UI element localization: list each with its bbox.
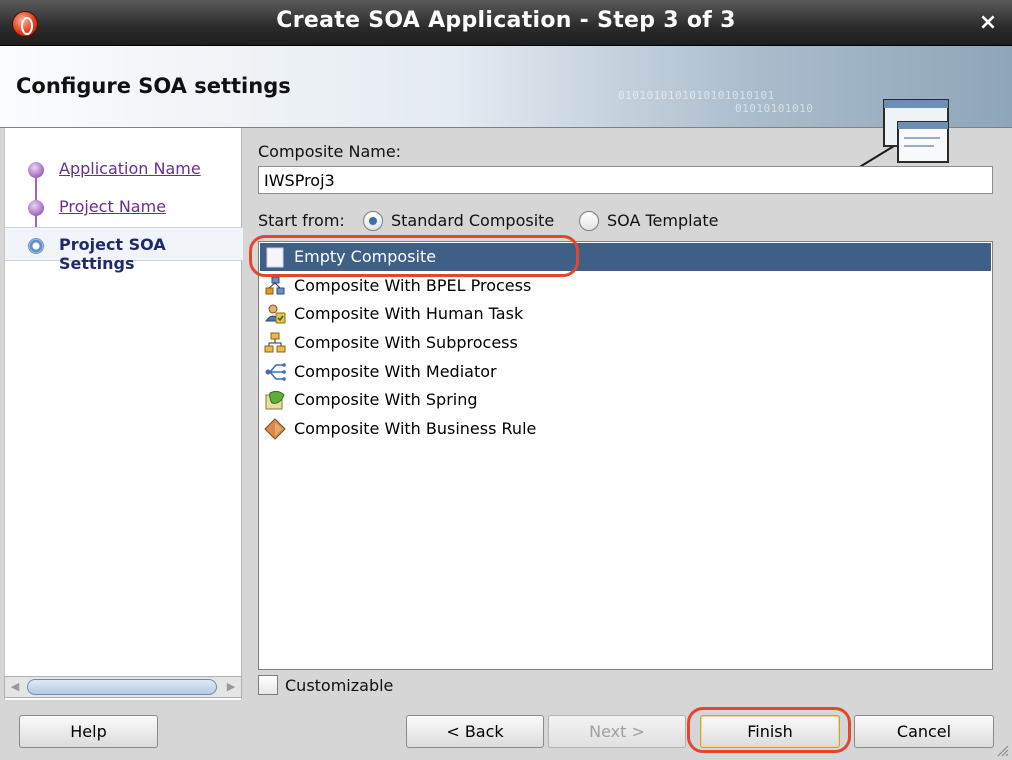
nav-step-application-name[interactable]: Application Name — [5, 152, 243, 186]
header-decoration: 0101010101010101010101 — [618, 89, 775, 102]
nav-step-label[interactable]: Application Name — [59, 159, 201, 178]
start-from-label: Start from: — [258, 211, 345, 230]
finish-button[interactable]: Finish — [700, 715, 840, 748]
close-button[interactable]: × — [976, 10, 1000, 36]
list-item-label: Composite With Business Rule — [294, 419, 537, 438]
list-item-label: Composite With Spring — [294, 390, 478, 409]
header-decoration: 01010101010 — [735, 102, 814, 115]
business-rule-icon — [264, 418, 286, 440]
back-button[interactable]: < Back — [406, 715, 544, 748]
list-item[interactable]: Composite With Mediator — [260, 358, 991, 386]
nav-step-label: Project SOA Settings — [59, 235, 166, 273]
step-visited-icon — [28, 162, 44, 178]
cancel-button[interactable]: Cancel — [854, 715, 994, 748]
nav-horizontal-scrollbar[interactable]: ◀ ▶ — [4, 676, 242, 698]
help-button[interactable]: Help — [19, 715, 158, 748]
template-list[interactable]: Empty Composite Composite With BPEL Proc… — [258, 241, 993, 670]
list-item-label: Composite With Subprocess — [294, 333, 518, 352]
list-item-label: Composite With BPEL Process — [294, 276, 532, 295]
list-item[interactable]: Composite With Business Rule — [260, 415, 991, 443]
step-current-icon — [28, 238, 44, 254]
standard-composite-label[interactable]: Standard Composite — [391, 211, 554, 230]
next-button[interactable]: Next > — [548, 715, 686, 748]
bpel-process-icon — [265, 276, 285, 295]
title-bar: Create SOA Application - Step 3 of 3 × — [0, 0, 1012, 46]
scroll-right-icon[interactable]: ▶ — [224, 680, 238, 694]
nav-step-label[interactable]: Project Name — [59, 197, 166, 216]
list-item[interactable]: Empty Composite — [260, 243, 991, 271]
step-visited-icon — [28, 200, 44, 216]
customizable-checkbox[interactable] — [258, 675, 278, 695]
standard-composite-radio[interactable] — [363, 211, 383, 231]
empty-composite-icon — [266, 247, 284, 268]
subprocess-icon — [264, 332, 286, 353]
nav-step-project-name[interactable]: Project Name — [5, 190, 243, 224]
scrollbar-thumb[interactable] — [27, 679, 217, 695]
nav-step-project-soa-settings[interactable]: Project SOA Settings — [5, 227, 243, 273]
page-title: Configure SOA settings — [16, 74, 291, 98]
human-task-icon — [265, 304, 286, 324]
list-item[interactable]: Composite With Subprocess — [260, 329, 991, 357]
scroll-left-icon[interactable]: ◀ — [8, 680, 22, 694]
customizable-label[interactable]: Customizable — [285, 676, 393, 695]
composite-name-label: Composite Name: — [258, 142, 402, 161]
wizard-windows-icon — [857, 99, 949, 169]
list-item-label: Empty Composite — [294, 247, 437, 266]
wizard-header: Configure SOA settings 01010101010101010… — [0, 46, 1012, 169]
list-item[interactable]: Composite With BPEL Process — [260, 272, 991, 300]
soa-template-label[interactable]: SOA Template — [607, 211, 719, 230]
spring-icon — [265, 390, 285, 410]
mediator-icon — [265, 363, 286, 381]
soa-template-radio[interactable] — [579, 211, 599, 231]
list-item-label: Composite With Human Task — [294, 304, 524, 323]
window-title: Create SOA Application - Step 3 of 3 — [276, 8, 736, 33]
wizard-step-nav: Application Name Project Name Project SO… — [4, 128, 243, 700]
list-item-label: Composite With Mediator — [294, 362, 497, 381]
composite-name-input[interactable] — [258, 166, 993, 194]
list-item[interactable]: Composite With Human Task — [260, 300, 991, 328]
resize-grip-icon[interactable] — [995, 743, 1009, 757]
list-item[interactable]: Composite With Spring — [260, 386, 991, 414]
